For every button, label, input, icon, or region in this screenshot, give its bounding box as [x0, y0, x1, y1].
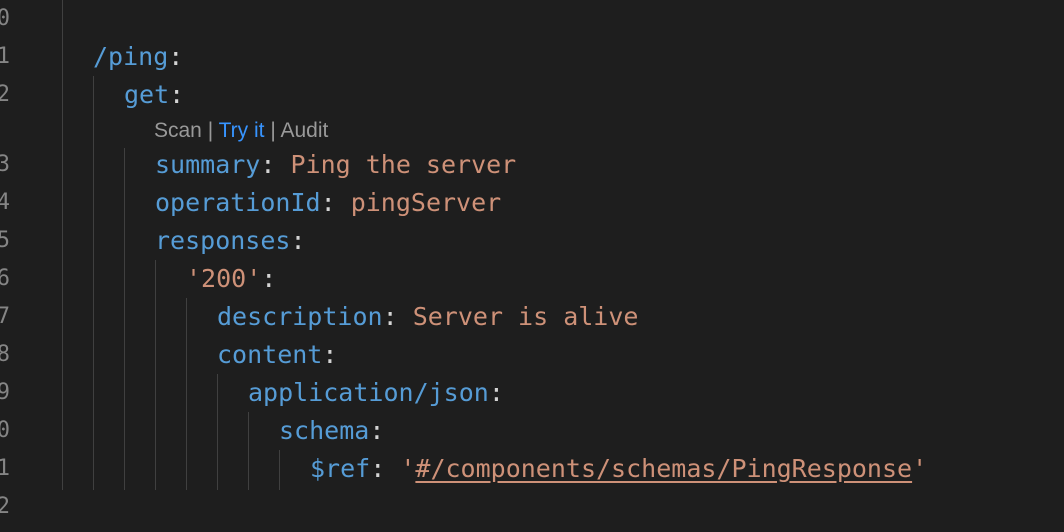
line-number: 2 [0, 82, 10, 107]
line-number: 2 [0, 494, 10, 519]
code-text: '200': [186, 260, 276, 298]
yaml-colon: : [369, 416, 385, 445]
code-line[interactable]: 1 /ping: [0, 38, 1064, 76]
yaml-ref-quote: ' [400, 454, 416, 483]
code-text: operationId: pingServer [155, 184, 501, 222]
line-number: 7 [0, 304, 10, 329]
code-line[interactable]: 8 content: [0, 336, 1064, 374]
yaml-colon: : [488, 378, 504, 407]
yaml-colon: : [261, 264, 277, 293]
yaml-colon: : [260, 150, 291, 179]
yaml-colon: : [168, 42, 184, 71]
code-line[interactable]: 1 $ref: '#/components/schemas/PingRespon… [0, 450, 1064, 488]
code-text: content: [217, 336, 337, 374]
yaml-key-ping: /ping [93, 42, 169, 71]
yaml-colon: : [320, 188, 351, 217]
yaml-key-get: get [124, 80, 170, 109]
code-lens-scan[interactable]: Scan [154, 119, 202, 142]
code-line[interactable]: 6 '200': [0, 260, 1064, 298]
yaml-key-status-200: '200' [186, 264, 262, 293]
code-line[interactable]: 0 schema: [0, 412, 1064, 450]
code-text: get: [124, 76, 184, 114]
yaml-key-media-type: application/json [248, 378, 489, 407]
code-text: responses: [155, 222, 306, 260]
yaml-key-description: description [217, 302, 383, 331]
yaml-key-operation-id: operationId [155, 188, 321, 217]
yaml-colon: : [370, 454, 401, 483]
yaml-key-ref: $ref [310, 454, 371, 483]
code-text: schema: [279, 412, 384, 450]
code-lens-audit[interactable]: Audit [280, 119, 328, 142]
line-number: 3 [0, 152, 10, 177]
code-line[interactable]: 2 get: [0, 76, 1064, 114]
yaml-colon: : [322, 340, 338, 369]
line-number: 8 [0, 342, 10, 367]
yaml-colon: : [169, 80, 185, 109]
line-number: 4 [0, 190, 10, 215]
line-number: 0 [0, 6, 10, 31]
yaml-colon: : [290, 226, 306, 255]
yaml-value-summary: Ping the server [290, 150, 517, 179]
code-line[interactable]: 0 [0, 0, 1064, 38]
code-editor[interactable]: 0 1 /ping: 2 get: Scan | Try it | Audit … [0, 0, 1064, 532]
code-lens-try-it[interactable]: Try it [219, 119, 265, 142]
yaml-key-summary: summary [155, 150, 261, 179]
line-number: 1 [0, 456, 10, 481]
code-text: /ping: [93, 38, 183, 76]
yaml-key-responses: responses [155, 226, 291, 255]
code-lens-separator: | [201, 119, 219, 142]
yaml-ref-link[interactable]: #/components/schemas/PingResponse [415, 454, 912, 483]
code-text: description: Server is alive [217, 298, 638, 336]
code-line[interactable]: 2 [0, 488, 1064, 526]
code-text: $ref: '#/components/schemas/PingResponse… [310, 450, 927, 488]
yaml-ref-quote: ' [912, 454, 928, 483]
code-lens-separator: | [264, 119, 281, 142]
code-text: summary: Ping the server [155, 146, 516, 184]
code-text: application/json: [248, 374, 504, 412]
code-line[interactable]: 7 description: Server is alive [0, 298, 1064, 336]
line-number: 9 [0, 380, 10, 405]
line-number: 6 [0, 266, 10, 291]
yaml-value-operation-id: pingServer [350, 188, 502, 217]
line-number: 5 [0, 228, 10, 253]
yaml-value-description: Server is alive [412, 302, 639, 331]
code-line[interactable]: 9 application/json: [0, 374, 1064, 412]
code-line[interactable]: 4 operationId: pingServer [0, 184, 1064, 222]
yaml-key-content: content [217, 340, 323, 369]
line-number: 0 [0, 418, 10, 443]
line-number: 1 [0, 44, 10, 69]
yaml-colon: : [382, 302, 413, 331]
code-lens: Scan | Try it | Audit [154, 114, 328, 148]
code-line[interactable]: 3 summary: Ping the server [0, 146, 1064, 184]
yaml-key-schema: schema [279, 416, 370, 445]
code-line[interactable]: 5 responses: [0, 222, 1064, 260]
